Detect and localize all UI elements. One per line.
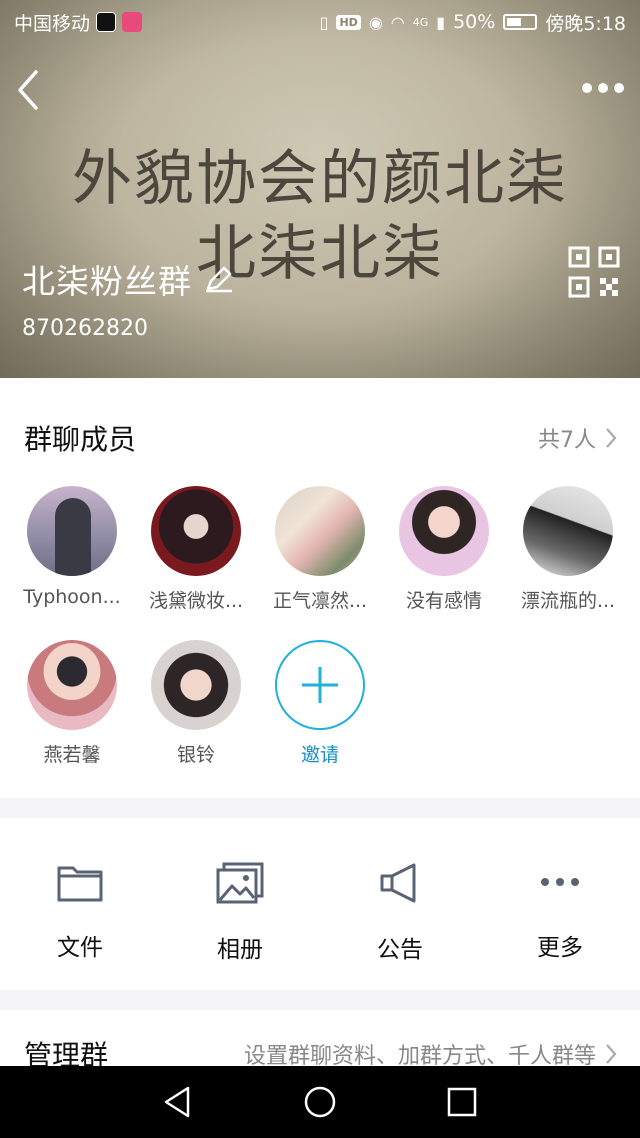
member-name: 漂流瓶的... (520, 590, 616, 612)
avatar (275, 486, 365, 576)
more-options-icon[interactable] (582, 80, 624, 96)
system-nav-bar (0, 1066, 640, 1138)
qr-code-icon[interactable] (568, 246, 620, 298)
members-section: 群聊成员 共7人 Typhoon... 浅黛微妆... 正气凛然... 没有感情… (0, 378, 640, 798)
member-item[interactable]: 浅黛微妆... (141, 486, 251, 613)
member-item[interactable]: 银铃 (141, 640, 251, 767)
avatar (523, 486, 613, 576)
vibrate-icon: ▯ (319, 12, 329, 32)
member-item[interactable]: 正气凛然... (265, 486, 375, 613)
network-type: 4G (412, 15, 429, 29)
tool-album[interactable]: 相册 (185, 862, 295, 964)
nav-back-icon[interactable] (160, 1084, 196, 1120)
back-arrow-icon[interactable] (14, 68, 44, 112)
tool-files[interactable]: 文件 (25, 862, 135, 962)
chevron-right-icon (606, 428, 617, 448)
wifi-icon: ◠ (390, 12, 405, 32)
nav-home-icon[interactable] (302, 1084, 338, 1120)
group-name: 北柒粉丝群 (22, 262, 192, 301)
invite-label: 邀请 (300, 744, 339, 766)
member-item[interactable]: 没有感情 (389, 486, 499, 613)
battery-icon (503, 14, 538, 30)
member-name: 银铃 (176, 744, 215, 766)
eye-icon: ◉ (368, 12, 383, 32)
clock: 傍晚5:18 (545, 12, 626, 35)
avatar (151, 486, 241, 576)
plus-icon (302, 667, 338, 703)
group-name-row[interactable]: 北柒粉丝群 (22, 255, 234, 303)
group-id: 870262820 (22, 316, 148, 341)
member-name: 燕若馨 (43, 744, 101, 766)
tiktok-icon (96, 12, 117, 32)
tool-announcement[interactable]: 公告 (345, 862, 455, 964)
members-title: 群聊成员 (24, 423, 137, 456)
member-name: 没有感情 (405, 590, 482, 612)
member-item[interactable]: 燕若馨 (17, 640, 127, 767)
battery-percent: 50% (453, 11, 496, 33)
cover-text-line1: 外貌协会的颜北柒 (72, 144, 568, 214)
app-notification-icon (122, 12, 143, 32)
carrier-label: 中国移动 (14, 12, 91, 35)
folder-icon (57, 866, 103, 902)
status-bar: 中国移动 ▯ HD ◉ ◠ 4G ▮ 50% 傍晚5:18 (0, 0, 640, 44)
members-count-link[interactable]: 共7人 (538, 422, 618, 454)
hd-badge: HD (336, 14, 361, 30)
invite-button[interactable]: 邀请 (265, 640, 375, 767)
tool-label: 公告 (377, 937, 423, 963)
avatar (399, 486, 489, 576)
members-count: 共7人 (538, 428, 596, 453)
avatar (27, 640, 117, 730)
chevron-right-icon (606, 1044, 617, 1064)
nav-recents-icon[interactable] (444, 1084, 480, 1120)
member-name: 浅黛微妆... (148, 590, 244, 612)
manage-group-row[interactable]: 管理群 设置群聊资料、加群方式、千人群等 (0, 1010, 640, 1072)
group-tools: 文件 相册 公告 更多 (0, 818, 640, 990)
edit-pencil-icon[interactable] (204, 265, 234, 293)
signal-icon: ▮ (436, 12, 446, 32)
member-item[interactable]: 漂流瓶的... (513, 486, 623, 613)
album-icon (216, 862, 264, 904)
avatar (151, 640, 241, 730)
tool-more[interactable]: 更多 (505, 862, 615, 962)
tool-label: 相册 (217, 937, 263, 963)
tool-label: 文件 (57, 935, 103, 961)
member-name: Typhoon... (23, 586, 121, 608)
tool-label: 更多 (537, 935, 583, 961)
avatar (27, 486, 117, 576)
member-name: 正气凛然... (272, 590, 368, 612)
invite-avatar (275, 640, 365, 730)
megaphone-icon (380, 863, 416, 903)
member-item[interactable]: Typhoon... (17, 486, 127, 608)
more-icon (541, 878, 579, 886)
